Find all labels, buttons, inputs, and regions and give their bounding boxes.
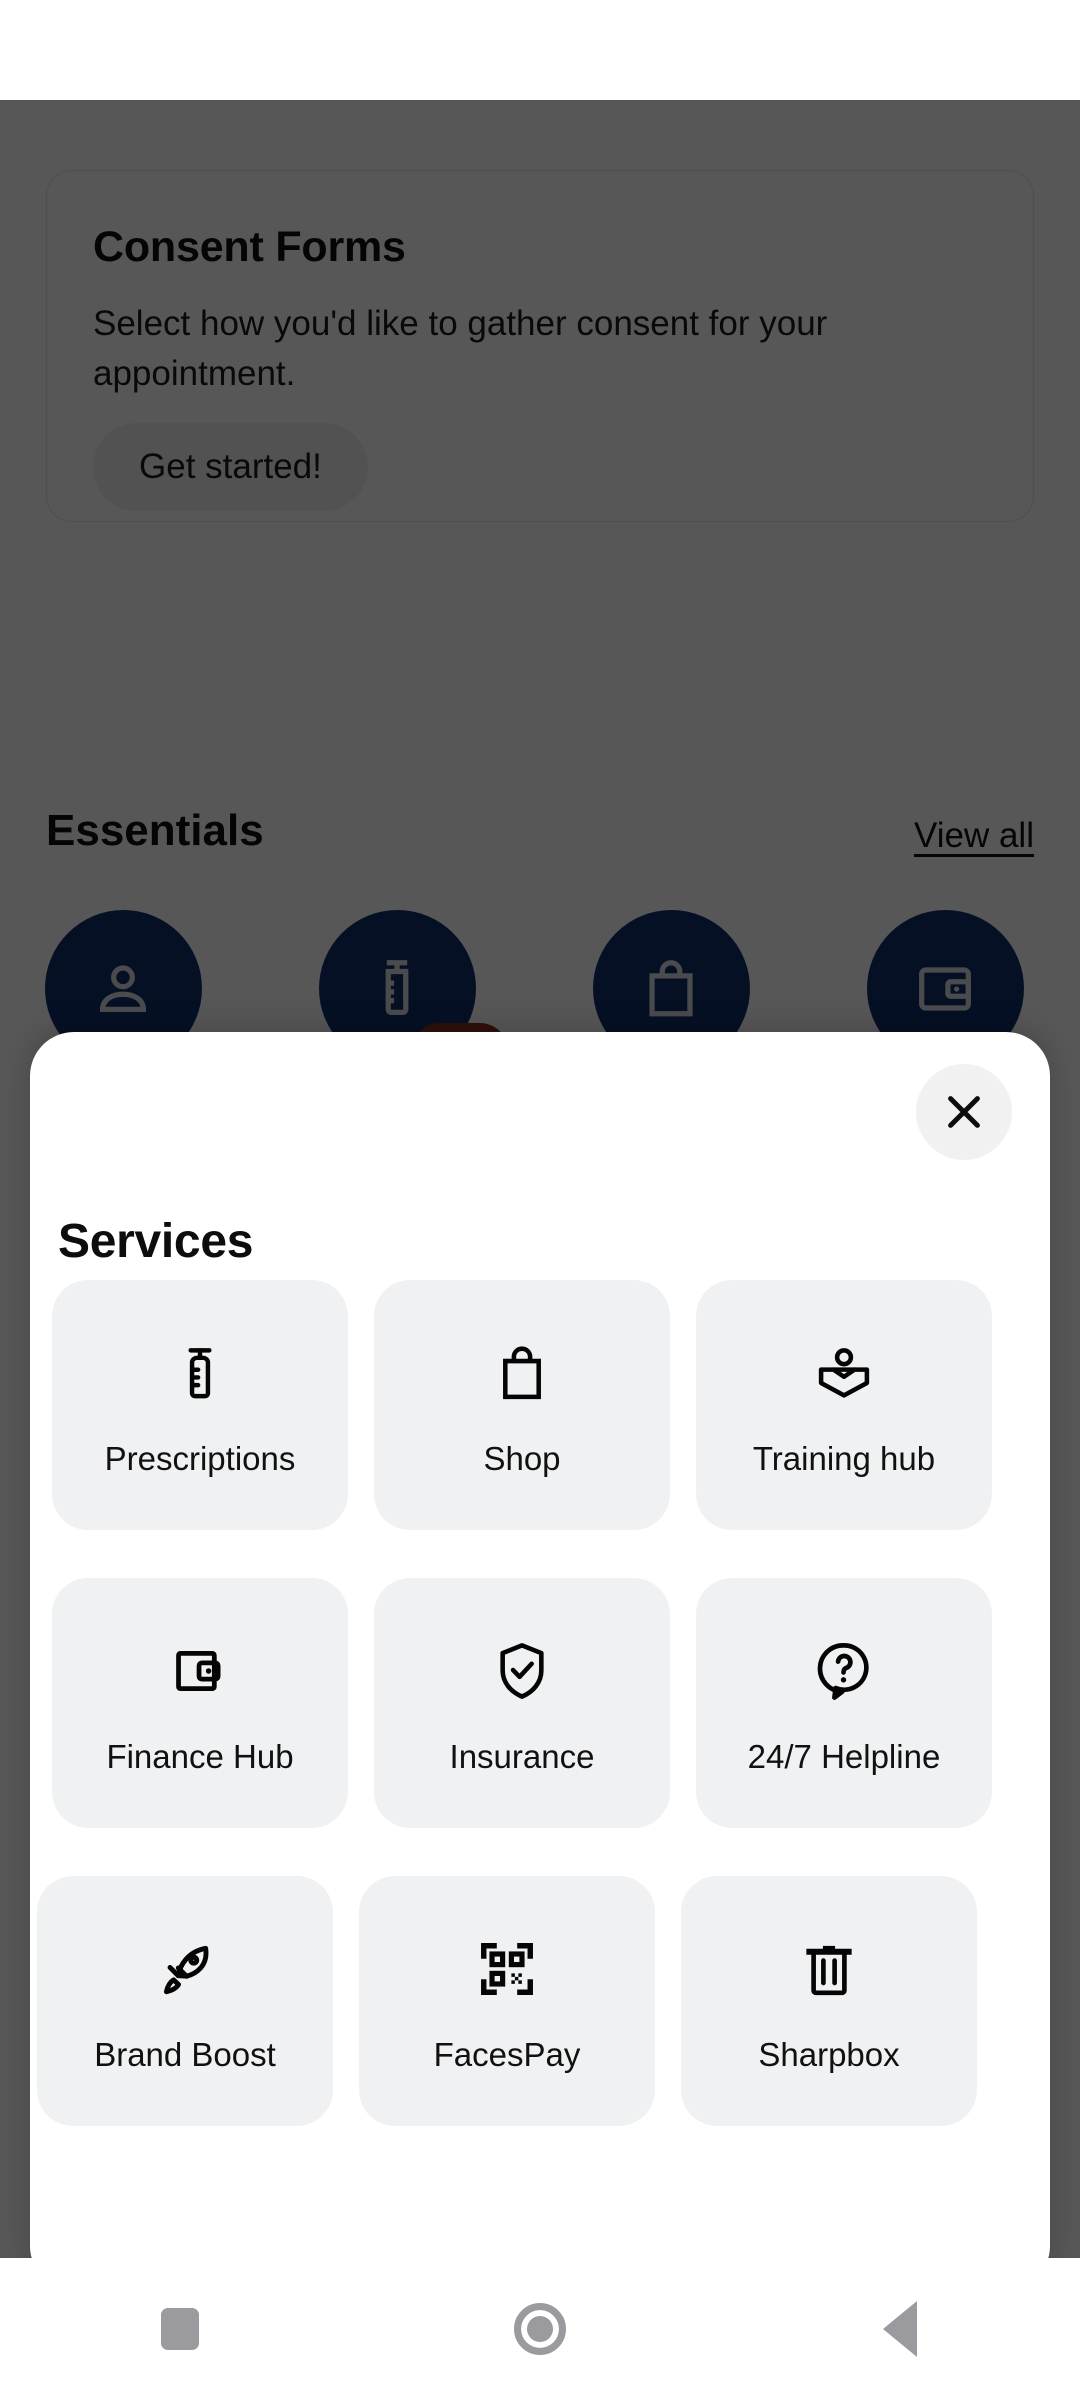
services-bottom-sheet: Services Prescriptions Shop Training hub… <box>30 1032 1050 2290</box>
question-bubble-icon <box>817 1643 869 1700</box>
service-tile-sharpbox[interactable]: Sharpbox <box>681 1876 977 2126</box>
tile-label: Insurance <box>449 1738 595 1775</box>
tile-icon <box>801 1928 857 2010</box>
services-grid-row: Brand Boost FacesPay Sharpbox <box>30 1876 1035 2174</box>
sheet-title: Services <box>58 1215 254 1268</box>
android-navigation-bar <box>0 2258 1080 2400</box>
trash-bin-icon <box>806 1945 852 1996</box>
tile-icon <box>814 1630 874 1712</box>
home-button[interactable] <box>460 2258 620 2400</box>
tile-icon <box>813 1332 875 1414</box>
services-grid: Prescriptions Shop Training hub Finance … <box>30 1280 1050 2174</box>
triangle-back-icon <box>883 2301 917 2357</box>
recents-button[interactable] <box>100 2258 260 2400</box>
qr-code-icon <box>481 1943 533 1995</box>
wallet-icon <box>176 1650 221 1692</box>
service-tile-shop[interactable]: Shop <box>374 1280 670 1530</box>
tile-label: Sharpbox <box>758 2036 900 2073</box>
tile-label: 24/7 Helpline <box>747 1738 941 1775</box>
tile-label: Finance Hub <box>106 1738 294 1775</box>
square-icon <box>161 2308 199 2350</box>
service-tile-brand-boost[interactable]: Brand Boost <box>37 1876 333 2126</box>
tile-label: FacesPay <box>433 2036 581 2073</box>
service-tile-prescriptions[interactable]: Prescriptions <box>52 1280 348 1530</box>
open-book-person-icon <box>818 1348 870 1398</box>
service-tile-finance-hub[interactable]: Finance Hub <box>52 1578 348 1828</box>
status-bar <box>0 0 1080 100</box>
tile-icon <box>493 1332 551 1414</box>
shield-check-icon <box>500 1643 544 1699</box>
service-tile-insurance[interactable]: Insurance <box>374 1578 670 1828</box>
shopping-bag-icon <box>503 1346 541 1400</box>
tile-label: Brand Boost <box>94 2036 276 2073</box>
tile-label: Shop <box>483 1440 561 1477</box>
rocket-icon <box>163 1945 209 1995</box>
services-grid-row: Finance Hub Insurance 24/7 Helpline <box>30 1578 1050 1876</box>
tile-icon <box>169 1630 231 1712</box>
tile-label: Prescriptions <box>104 1440 296 1477</box>
close-icon <box>948 1096 980 1128</box>
syringe-icon <box>188 1348 212 1399</box>
tile-icon <box>493 1630 551 1712</box>
tile-label: Training hub <box>752 1440 936 1477</box>
service-tile-facespay[interactable]: FacesPay <box>359 1876 655 2126</box>
services-grid-row: Prescriptions Shop Training hub <box>30 1280 1050 1578</box>
tile-icon <box>172 1332 228 1414</box>
tile-icon <box>154 1928 216 2010</box>
back-button[interactable] <box>820 2258 980 2400</box>
service-tile-helpline[interactable]: 24/7 Helpline <box>696 1578 992 1828</box>
circle-icon <box>514 2303 566 2355</box>
close-sheet-button[interactable] <box>916 1064 1012 1160</box>
tile-icon <box>476 1928 538 2010</box>
phone-screen: Consent Forms Select how you'd like to g… <box>0 0 1080 2400</box>
service-tile-training-hub[interactable]: Training hub <box>696 1280 992 1530</box>
